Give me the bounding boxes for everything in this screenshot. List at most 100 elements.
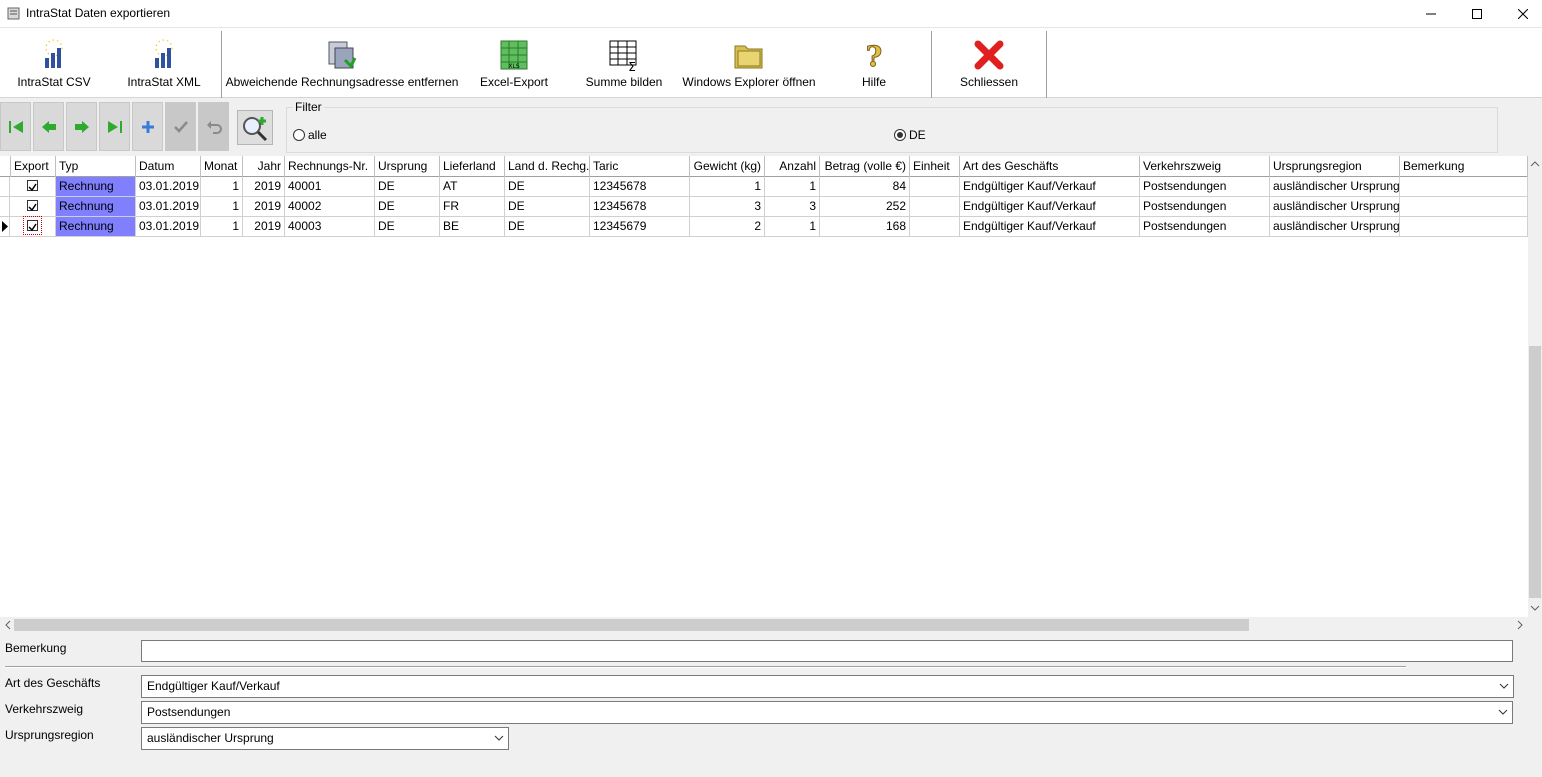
gewicht-cell[interactable]: 3 bbox=[690, 197, 765, 216]
verkehrszweig-cell[interactable]: Postsendungen bbox=[1140, 217, 1270, 236]
anzahl-cell[interactable]: 1 bbox=[765, 177, 820, 196]
intrastat-xml-button[interactable]: IntraStat XML bbox=[124, 28, 204, 98]
art-cell[interactable]: Endgültiger Kauf/Verkauf bbox=[960, 217, 1140, 236]
column-header[interactable]: Art des Geschäfts bbox=[960, 156, 1140, 177]
intrastat-csv-button[interactable]: IntraStat CSV bbox=[14, 28, 94, 98]
table-row[interactable]: Rechnung 03.01.2019 1 2019 40002 DE FR D… bbox=[0, 197, 1528, 217]
jahr-cell[interactable]: 2019 bbox=[243, 217, 285, 236]
search-button[interactable] bbox=[237, 110, 273, 145]
datum-cell[interactable]: 03.01.2019 bbox=[136, 197, 201, 216]
export-cell[interactable] bbox=[11, 217, 56, 236]
column-header[interactable]: Land d. Rechg. bbox=[505, 156, 590, 177]
ursprungsregion-cell[interactable]: ausländischer Ursprung bbox=[1270, 197, 1400, 216]
scroll-up-icon[interactable] bbox=[1528, 158, 1542, 170]
ursprung-cell[interactable]: DE bbox=[375, 177, 440, 196]
monat-cell[interactable]: 1 bbox=[201, 217, 243, 236]
column-header[interactable]: Taric bbox=[590, 156, 690, 177]
taric-cell[interactable]: 12345678 bbox=[590, 197, 690, 216]
minimize-button[interactable] bbox=[1408, 0, 1454, 28]
cancel-record-button[interactable] bbox=[198, 102, 229, 151]
taric-cell[interactable]: 12345678 bbox=[590, 177, 690, 196]
verkehrszweig-cell[interactable]: Postsendungen bbox=[1140, 177, 1270, 196]
filter-radio-alle[interactable]: alle bbox=[293, 128, 327, 142]
monat-cell[interactable]: 1 bbox=[201, 177, 243, 196]
column-header[interactable]: Ursprung bbox=[375, 156, 440, 177]
horizontal-scroll-thumb[interactable] bbox=[14, 619, 1249, 631]
vertical-scrollbar[interactable] bbox=[1528, 156, 1542, 618]
export-cell[interactable] bbox=[11, 177, 56, 196]
help-button[interactable]: ? Hilfe bbox=[846, 28, 902, 98]
column-header[interactable]: Einheit bbox=[910, 156, 960, 177]
bemerkung-cell[interactable] bbox=[1400, 217, 1528, 236]
rechnungsnr-cell[interactable]: 40001 bbox=[285, 177, 375, 196]
lieferland-cell[interactable]: BE bbox=[440, 217, 505, 236]
row-indicator[interactable] bbox=[0, 177, 10, 196]
betrag-cell[interactable]: 84 bbox=[820, 177, 910, 196]
column-header[interactable]: Export bbox=[11, 156, 56, 177]
close-button[interactable]: Schliessen bbox=[952, 28, 1026, 98]
lieferland-cell[interactable]: AT bbox=[440, 177, 505, 196]
next-record-button[interactable] bbox=[66, 102, 97, 151]
column-header[interactable]: Bemerkung bbox=[1400, 156, 1528, 177]
column-header[interactable]: Betrag (volle €) bbox=[820, 156, 910, 177]
anzahl-cell[interactable]: 3 bbox=[765, 197, 820, 216]
column-header[interactable]: Datum bbox=[136, 156, 201, 177]
verkehrszweig-cell[interactable]: Postsendungen bbox=[1140, 197, 1270, 216]
bemerkung-cell[interactable] bbox=[1400, 197, 1528, 216]
export-cell[interactable] bbox=[11, 197, 56, 216]
ursprungsregion-cell[interactable]: ausländischer Ursprung bbox=[1270, 217, 1400, 236]
ursprung-cell[interactable]: DE bbox=[375, 217, 440, 236]
horizontal-scrollbar[interactable] bbox=[0, 617, 1528, 632]
vertical-scroll-thumb[interactable] bbox=[1529, 346, 1541, 598]
einheit-cell[interactable] bbox=[910, 197, 960, 216]
land-rechg-cell[interactable]: DE bbox=[505, 217, 590, 236]
column-header[interactable]: Monat bbox=[201, 156, 243, 177]
bemerkung-cell[interactable] bbox=[1400, 177, 1528, 196]
art-cell[interactable]: Endgültiger Kauf/Verkauf bbox=[960, 177, 1140, 196]
datum-cell[interactable]: 03.01.2019 bbox=[136, 177, 201, 196]
scroll-down-icon[interactable] bbox=[1528, 602, 1542, 614]
sum-button[interactable]: Σ Summe bilden bbox=[583, 28, 665, 98]
remove-address-button[interactable]: Abweichende Rechnungsadresse entfernen bbox=[226, 28, 458, 98]
typ-cell[interactable]: Rechnung bbox=[56, 197, 136, 216]
excel-export-button[interactable]: XLS Excel-Export bbox=[474, 28, 554, 98]
column-header[interactable]: Jahr bbox=[243, 156, 285, 177]
column-header[interactable]: Typ bbox=[56, 156, 136, 177]
first-record-button[interactable] bbox=[0, 102, 31, 151]
column-header[interactable]: Ursprungsregion bbox=[1270, 156, 1400, 177]
ursprungsregion-select[interactable]: ausländischer Ursprung bbox=[141, 727, 509, 750]
einheit-cell[interactable] bbox=[910, 217, 960, 236]
bemerkung-field[interactable] bbox=[141, 640, 1513, 662]
lieferland-cell[interactable]: FR bbox=[440, 197, 505, 216]
verkehrszweig-select[interactable]: Postsendungen bbox=[141, 701, 1513, 724]
filter-radio-de[interactable]: DE bbox=[894, 128, 926, 142]
column-header[interactable]: Gewicht (kg) bbox=[690, 156, 765, 177]
table-row[interactable]: Rechnung 03.01.2019 1 2019 40001 DE AT D… bbox=[0, 177, 1528, 197]
add-record-button[interactable] bbox=[132, 102, 163, 151]
table-row[interactable]: Rechnung 03.01.2019 1 2019 40003 DE BE D… bbox=[0, 216, 1528, 237]
typ-cell[interactable]: Rechnung bbox=[56, 177, 136, 196]
jahr-cell[interactable]: 2019 bbox=[243, 177, 285, 196]
column-header[interactable]: Rechnungs-Nr. bbox=[285, 156, 375, 177]
maximize-button[interactable] bbox=[1454, 0, 1500, 28]
scroll-right-icon[interactable] bbox=[1514, 618, 1526, 632]
last-record-button[interactable] bbox=[99, 102, 130, 151]
land-rechg-cell[interactable]: DE bbox=[505, 197, 590, 216]
rechnungsnr-cell[interactable]: 40003 bbox=[285, 217, 375, 236]
row-indicator[interactable] bbox=[0, 197, 10, 216]
betrag-cell[interactable]: 168 bbox=[820, 217, 910, 236]
data-grid[interactable]: Export Typ Datum Monat Jahr Rechnungs-Nr… bbox=[0, 156, 1528, 618]
monat-cell[interactable]: 1 bbox=[201, 197, 243, 216]
art-select[interactable]: Endgültiger Kauf/Verkauf bbox=[141, 675, 1514, 698]
art-cell[interactable]: Endgültiger Kauf/Verkauf bbox=[960, 197, 1140, 216]
row-indicator[interactable] bbox=[0, 217, 10, 236]
einheit-cell[interactable] bbox=[910, 177, 960, 196]
column-header[interactable]: Lieferland bbox=[440, 156, 505, 177]
rechnungsnr-cell[interactable]: 40002 bbox=[285, 197, 375, 216]
scroll-left-icon[interactable] bbox=[2, 618, 14, 632]
jahr-cell[interactable]: 2019 bbox=[243, 197, 285, 216]
column-header[interactable]: Anzahl bbox=[765, 156, 820, 177]
land-rechg-cell[interactable]: DE bbox=[505, 177, 590, 196]
anzahl-cell[interactable]: 1 bbox=[765, 217, 820, 236]
ursprungsregion-cell[interactable]: ausländischer Ursprung bbox=[1270, 177, 1400, 196]
